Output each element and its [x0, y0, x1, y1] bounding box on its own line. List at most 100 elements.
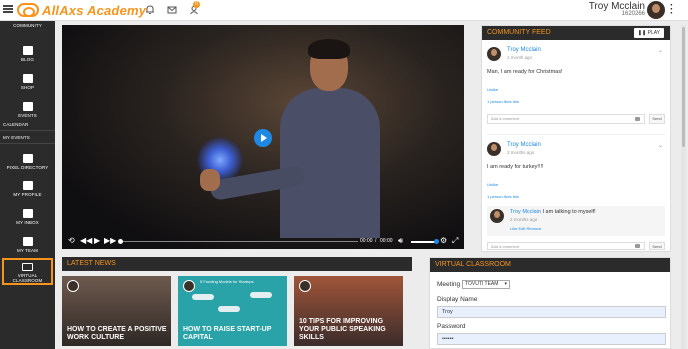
community-feed-panel: COMMUNITY FEED ❚❚ Play Troy Mcclain 1 mo…: [481, 25, 671, 252]
post-time: 1 month ago: [507, 55, 533, 60]
sidebar-item-label: MY EVENTS: [3, 135, 30, 140]
sidebar-item-label: COMMUNITY: [13, 23, 42, 28]
sidebar-item-label: MY INBOX: [16, 220, 39, 225]
play-overlay-button[interactable]: [254, 129, 272, 147]
play-icon[interactable]: ▶: [94, 236, 100, 246]
settings-icon[interactable]: ⚙: [440, 236, 447, 246]
feed-post: Troy Mcclain 1 month ago ⌄ Man, I am rea…: [487, 47, 665, 129]
password-field[interactable]: ••••••: [437, 333, 666, 345]
video-player[interactable]: ⟲ ◀◀ ▶ ▶▶ 00:00 / 00:00 🔊︎ ⚙ ⤢: [62, 25, 464, 249]
volume-icon[interactable]: 🔊︎: [398, 236, 403, 246]
sidebar-item-label: SHOP: [20, 85, 35, 90]
comment-reply: Troy Mcclain I am talking to myself! 2 m…: [487, 206, 665, 236]
sidebar-divider: [0, 130, 55, 131]
sidebar-item-blog[interactable]: BLOG: [0, 46, 55, 62]
sidebar-item-pixel-directory[interactable]: PIXEL DIRECTORY: [0, 154, 55, 170]
video-controls: ⟲ ◀◀ ▶ ▶▶ 00:00 / 00:00 🔊︎ ⚙ ⤢: [62, 233, 464, 249]
unlike-link[interactable]: Unlike: [487, 87, 498, 92]
chevron-down-icon[interactable]: ⌄: [658, 47, 663, 54]
sidebar-item-community[interactable]: COMMUNITY: [0, 23, 55, 28]
bell-icon[interactable]: [145, 5, 155, 15]
sidebar-item-my-profile[interactable]: MY PROFILE: [0, 181, 55, 197]
page-scrollbar[interactable]: [681, 25, 686, 349]
post-divider: [487, 134, 665, 135]
app-logo[interactable]: AllAxs Academy: [17, 2, 146, 18]
sidebar-item-label: MY PROFILE: [13, 192, 42, 197]
directory-icon: [22, 154, 33, 163]
latest-news-panel: LATEST NEWS HOW TO CREATE A POSITIVE WOR…: [62, 257, 412, 349]
display-name-label: Display Name: [437, 296, 478, 303]
avatar[interactable]: [647, 1, 665, 19]
replay-icon[interactable]: ⟲: [68, 236, 75, 246]
news-card[interactable]: 10 TIPS FOR IMPROVING YOUR PUBLIC SPEAKI…: [294, 276, 403, 346]
volume-slider[interactable]: [411, 239, 439, 244]
chevron-down-icon[interactable]: ⌄: [658, 142, 663, 149]
fullscreen-icon[interactable]: ⤢: [452, 236, 458, 246]
post-author[interactable]: Troy Mcclain: [507, 142, 541, 148]
likes-count[interactable]: 1 person likes this: [487, 99, 519, 104]
sidebar-item-my-events[interactable]: MY EVENTS: [0, 135, 55, 140]
avatar: [299, 280, 311, 292]
send-button[interactable]: Send: [649, 242, 665, 250]
panel-header: COMMUNITY FEED ❚❚ Play: [482, 26, 670, 40]
user-id: 1620266: [621, 11, 645, 17]
camera-icon[interactable]: [635, 117, 640, 121]
post-body: Man, I am ready for Christmas!: [487, 69, 563, 75]
logo-mark-icon: [17, 3, 39, 17]
panel-title: LATEST NEWS: [67, 260, 116, 267]
sidebar-item-label: EVENTS: [18, 113, 37, 118]
panel-title: VIRTUAL CLASSROOM: [435, 261, 511, 268]
news-subtitle: 5 Funding Models for Startups: [200, 279, 254, 284]
meeting-select[interactable]: TOVUTI TEAM: [462, 280, 510, 289]
comment-input[interactable]: Add a comment: [487, 114, 645, 124]
sidebar-item-label: MY TEAM: [16, 248, 39, 253]
team-icon: [22, 237, 33, 246]
post-author[interactable]: Troy Mcclain: [507, 47, 541, 53]
sidebar-divider: [0, 143, 55, 144]
progress-handle[interactable]: [118, 239, 123, 244]
avatar: [67, 280, 79, 292]
sidebar-item-my-team[interactable]: MY TEAM: [0, 237, 55, 253]
comment-input[interactable]: Add a comment: [487, 242, 645, 250]
news-card[interactable]: HOW TO CREATE A POSITIVE WORK CULTURE: [62, 276, 171, 346]
calendar-icon: [22, 102, 33, 111]
more-icon[interactable]: · · ·: [670, 1, 673, 19]
monitor-icon: [22, 263, 33, 271]
inbox-icon: [22, 209, 33, 218]
diagram-bubble: [192, 294, 214, 300]
avatar[interactable]: [487, 47, 501, 61]
sidebar-item-my-inbox[interactable]: MY INBOX: [0, 209, 55, 225]
sidebar-item-virtual-classroom[interactable]: VIRTUAL CLASSROOM: [2, 258, 53, 285]
likes-count[interactable]: 1 person likes this: [487, 194, 519, 199]
rewind-icon[interactable]: ◀◀: [80, 236, 92, 246]
feed-play-button[interactable]: ❚❚ Play: [633, 28, 664, 38]
panel-header: LATEST NEWS: [62, 257, 412, 271]
virtual-classroom-panel: VIRTUAL CLASSROOM Meeting TOVUTI TEAM Di…: [429, 257, 671, 349]
reply-author[interactable]: Troy Mcclain: [510, 209, 541, 215]
reply-body: I am talking to myself!: [542, 209, 596, 215]
sidebar-item-events[interactable]: EVENTS: [0, 102, 55, 118]
sidebar-item-label: VIRTUAL CLASSROOM: [12, 273, 43, 283]
display-name-field[interactable]: Troy: [437, 306, 666, 318]
top-bar: AllAxs Academy 0 Troy Mcclain 1620266 · ·…: [0, 0, 688, 21]
avatar[interactable]: [490, 209, 504, 223]
menu-icon[interactable]: [3, 5, 13, 13]
password-label: Password: [437, 323, 466, 330]
sidebar-item-shop[interactable]: SHOP: [0, 74, 55, 90]
scrollbar-thumb[interactable]: [682, 27, 685, 147]
cart-icon: [22, 74, 33, 83]
unlike-link[interactable]: Unlike: [487, 182, 498, 187]
sidebar-item-label: PIXEL DIRECTORY: [6, 165, 49, 170]
camera-icon[interactable]: [635, 244, 640, 248]
current-time: 00:00: [360, 238, 373, 244]
reply-actions[interactable]: Like Edit Remove: [510, 226, 541, 231]
video-speaker: [200, 39, 380, 238]
avatar[interactable]: [487, 142, 501, 156]
post-time: 2 months ago: [507, 150, 535, 155]
sidebar-item-calendar[interactable]: CALENDAR: [0, 122, 55, 127]
mail-icon[interactable]: [167, 5, 177, 15]
progress-bar[interactable]: [118, 239, 358, 244]
send-button[interactable]: Send: [649, 114, 665, 124]
fast-forward-icon[interactable]: ▶▶: [104, 236, 116, 246]
news-card[interactable]: 5 Funding Models for Startups HOW TO RAI…: [178, 276, 287, 346]
